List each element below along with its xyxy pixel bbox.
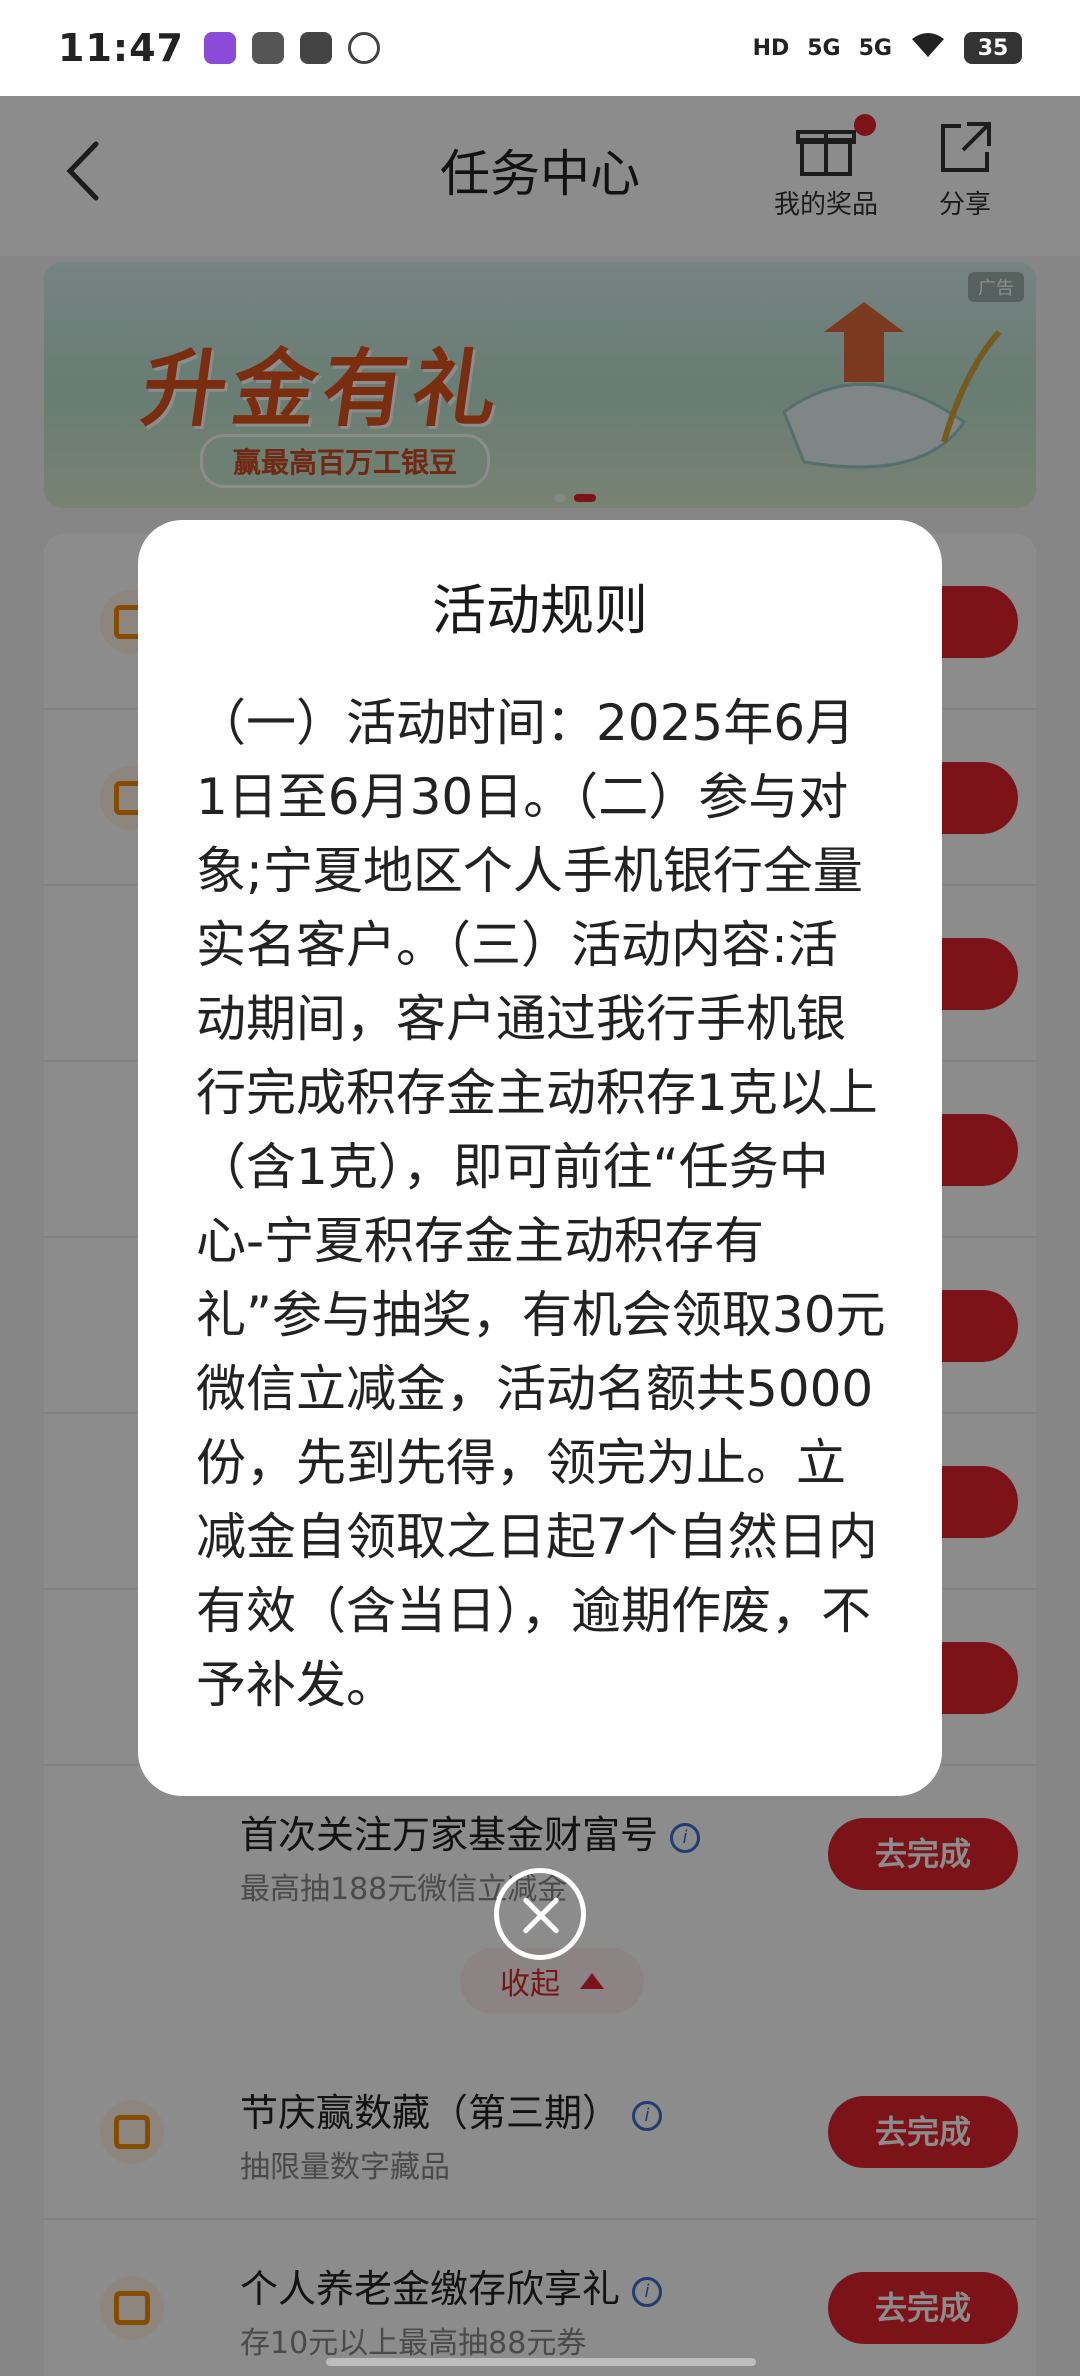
dialog-title: 活动规则 xyxy=(432,579,648,642)
battery-icon: 35 xyxy=(964,32,1022,64)
signal-5g-icon-2: 5G xyxy=(858,35,892,61)
message-app-icon xyxy=(299,32,332,64)
home-indicator[interactable] xyxy=(326,2358,756,2366)
status-right: HD 5G 5G 35 xyxy=(753,31,1022,65)
wifi-icon xyxy=(910,31,946,65)
weibo-icon xyxy=(347,32,380,64)
close-dialog-button[interactable] xyxy=(494,1868,586,1960)
bank-app-icon xyxy=(203,32,236,64)
notification-icons xyxy=(203,32,380,64)
page: 11:47 HD 5G 5G 35 任务中心 我的奖品 分享 广告 升金有礼 赢… xyxy=(0,0,1080,2376)
signal-5g-icon: 5G xyxy=(807,35,841,61)
vivo-app-icon xyxy=(251,32,284,64)
status-time: 11:47 xyxy=(58,26,184,70)
dialog-body: （一）活动时间：2025年6月1日至6月30日。（二）参与对象;宁夏地区个人手机… xyxy=(196,694,886,1714)
rules-dialog: 活动规则 （一）活动时间：2025年6月1日至6月30日。（二）参与对象;宁夏地… xyxy=(138,520,942,1796)
status-bar: 11:47 HD 5G 5G 35 xyxy=(0,0,1080,96)
hd-icon: HD xyxy=(752,35,790,61)
